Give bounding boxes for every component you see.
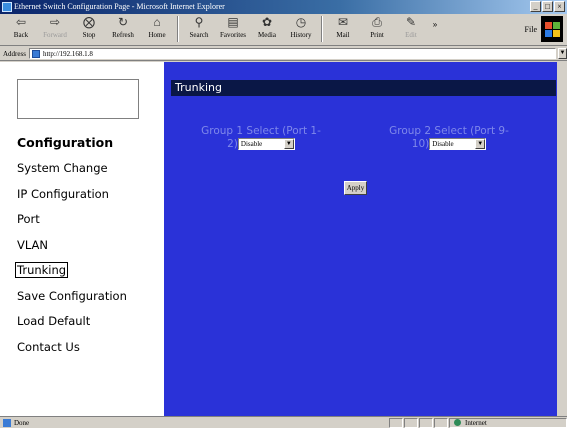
logo-tile-blue [545,30,552,37]
chevron-down-icon: ▼ [475,139,486,149]
favorites-button[interactable]: ▤ Favorites [216,14,250,44]
status-text: Done [14,418,30,427]
forward-arrow-icon: ⇨ [49,15,61,29]
ie-icon [2,2,12,12]
sidebar-item-trunking[interactable]: Trunking [15,262,127,289]
logo-tile-red [545,22,552,29]
minimize-button[interactable]: _ [530,1,541,12]
page-icon [31,49,40,58]
main-panel: Trunking Group 1 Select (Port 1- 2) Disab… [164,62,567,416]
search-button[interactable]: ⚲ Search [182,14,216,44]
window-controls: _ □ × [530,1,565,12]
search-icon: ⚲ [194,15,204,29]
toolbar-separator [177,16,179,42]
printer-icon: ⎙ [372,15,382,29]
sidebar-item-port[interactable]: Port [17,212,127,238]
status-cell [434,417,448,428]
chevron-down-icon: ▼ [283,139,294,149]
group-1-label-line2-wrap: 2) Disable ▼ [186,138,336,151]
mail-icon: ✉ [337,15,349,29]
trunk-group-1: Group 1 Select (Port 1- 2) Disable ▼ [186,125,336,151]
group-1-select[interactable]: Disable ▼ [237,138,295,150]
sidebar-nav: Configuration System Change IP Configura… [15,135,127,366]
logo-tile-green [553,22,560,29]
group-1-label-line1: Group 1 Select (Port 1- [201,125,321,137]
group-1-label-line2: 2) [227,138,238,150]
favorites-icon: ▤ [227,15,239,29]
maximize-button[interactable]: □ [542,1,553,12]
address-input[interactable]: http://192.168.1.8 [28,48,556,59]
vertical-scrollbar[interactable] [557,62,567,416]
media-icon: ✿ [261,15,273,29]
file-menu[interactable]: File [525,25,537,34]
address-url: http://192.168.1.8 [42,49,93,58]
print-button[interactable]: ⎙ Print [360,14,394,44]
home-button[interactable]: ⌂ Home [140,14,174,44]
windows-logo-icon [541,16,563,42]
group-2-select[interactable]: Disable ▼ [429,138,487,150]
sidebar-item-save-configuration[interactable]: Save Configuration [17,289,127,315]
toolbar-overflow-button[interactable]: » [428,14,442,29]
media-button[interactable]: ✿ Media [250,14,284,44]
zone-label: Internet [465,418,487,427]
status-cell [419,417,433,428]
apply-button[interactable]: Apply [344,181,367,195]
edit-icon: ✎ [405,15,417,29]
history-button[interactable]: ◷ History [284,14,318,44]
logo-placeholder [17,79,139,119]
window-title-bar: Ethernet Switch Configuration Page - Mic… [0,0,567,14]
address-bar: Address http://192.168.1.8 ▼ [0,47,567,61]
stop-button[interactable]: ⨂ Stop [72,14,106,44]
address-dropdown-button[interactable]: ▼ [558,48,567,59]
sidebar-item-load-default[interactable]: Load Default [17,314,127,340]
toolbar-right: File [525,16,563,42]
group-2-label-line2-wrap: 10) Disable ▼ [374,138,524,151]
stop-icon: ⨂ [83,15,95,29]
sidebar-item-ip-configuration[interactable]: IP Configuration [17,187,127,213]
group-2-label-line1: Group 2 Select (Port 9- [389,125,509,137]
globe-icon [454,419,461,426]
address-label: Address [3,49,26,58]
sidebar-item-vlan[interactable]: VLAN [17,238,127,264]
browser-toolbar: ⇦ Back ⇨ Forward ⨂ Stop ↻ Refresh ⌂ Home… [0,14,567,46]
trunk-group-2: Group 2 Select (Port 9- 10) Disable ▼ [374,125,524,151]
refresh-button[interactable]: ↻ Refresh [106,14,140,44]
page-title: Trunking [171,80,556,96]
refresh-icon: ↻ [117,15,129,29]
forward-button[interactable]: ⇨ Forward [38,14,72,44]
security-zone: Internet [449,417,567,428]
toolbar-separator [321,16,323,42]
history-icon: ◷ [295,15,307,29]
page-content: Configuration System Change IP Configura… [0,62,567,416]
sidebar-heading: Configuration [17,135,114,150]
back-arrow-icon: ⇦ [15,15,27,29]
status-left: Done [0,418,389,427]
status-cell [389,417,403,428]
logo-tile-yellow [553,30,560,37]
page-done-icon [3,418,11,427]
status-bar: Done Internet [0,416,567,428]
sidebar-item-system-change[interactable]: System Change [17,161,127,187]
back-button[interactable]: ⇦ Back [4,14,38,44]
window-title: Ethernet Switch Configuration Page - Mic… [14,2,225,11]
mail-button[interactable]: ✉ Mail [326,14,360,44]
sidebar: Configuration System Change IP Configura… [0,62,164,416]
close-button[interactable]: × [554,1,565,12]
sidebar-item-contact-us[interactable]: Contact Us [17,340,127,366]
status-cell [404,417,418,428]
home-icon: ⌂ [153,15,161,29]
group-2-label-line2: 10) [411,138,430,150]
edit-button[interactable]: ✎ Edit [394,14,428,44]
